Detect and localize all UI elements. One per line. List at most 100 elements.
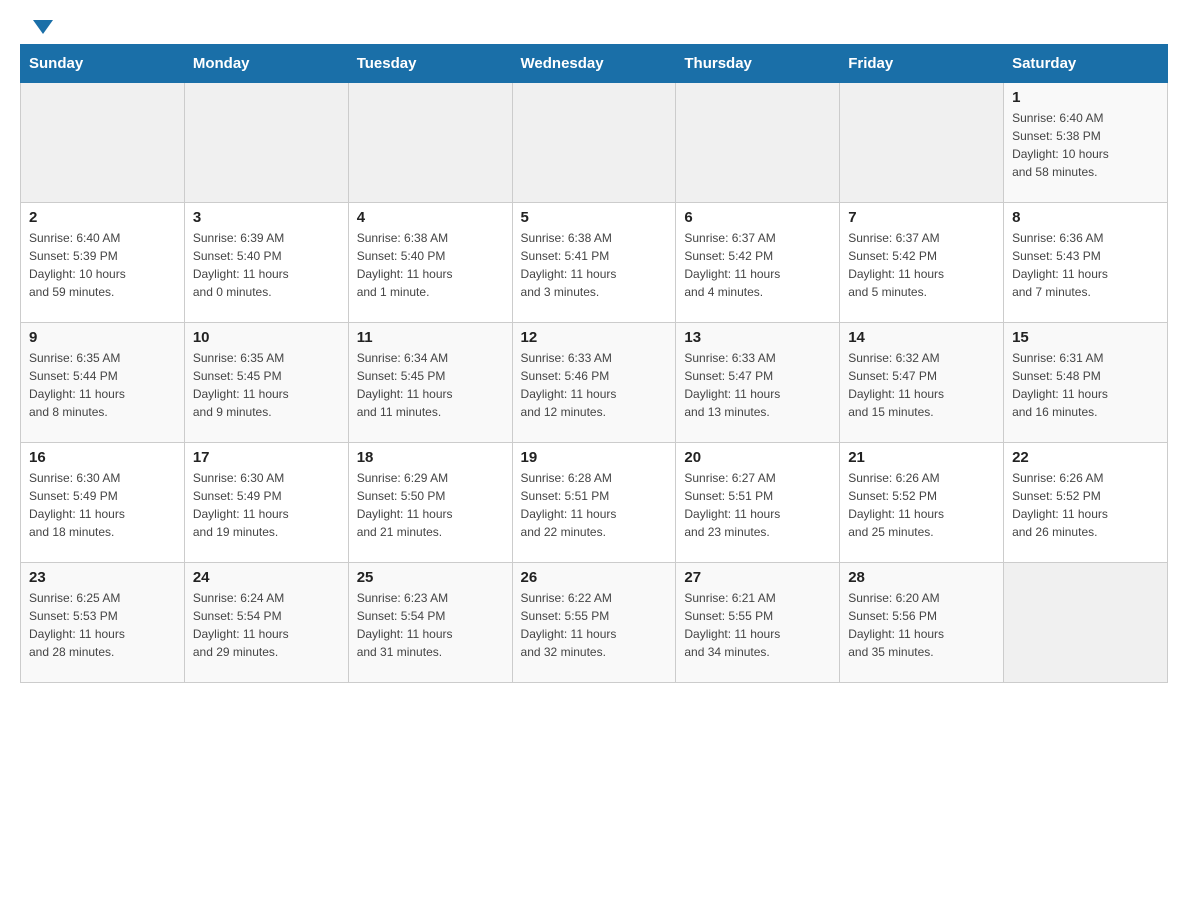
col-thursday: Thursday [676,45,840,83]
calendar-cell: 20 Sunrise: 6:27 AM Sunset: 5:51 PM Dayli… [676,443,840,563]
calendar-cell: 17 Sunrise: 6:30 AM Sunset: 5:49 PM Dayli… [184,443,348,563]
day-number: 27 [684,569,831,586]
day-number: 18 [357,449,504,466]
day-number: 16 [29,449,176,466]
day-info: Sunrise: 6:23 AM Sunset: 5:54 PM Dayligh… [357,589,504,661]
day-number: 13 [684,329,831,346]
calendar-cell: 22 Sunrise: 6:26 AM Sunset: 5:52 PM Dayli… [1004,443,1168,563]
day-number: 26 [521,569,668,586]
day-info: Sunrise: 6:32 AM Sunset: 5:47 PM Dayligh… [848,349,995,421]
day-number: 28 [848,569,995,586]
day-info: Sunrise: 6:30 AM Sunset: 5:49 PM Dayligh… [193,469,340,541]
calendar-week-row: 9 Sunrise: 6:35 AM Sunset: 5:44 PM Daylig… [21,323,1168,443]
day-info: Sunrise: 6:33 AM Sunset: 5:46 PM Dayligh… [521,349,668,421]
day-number: 19 [521,449,668,466]
col-monday: Monday [184,45,348,83]
day-info: Sunrise: 6:38 AM Sunset: 5:41 PM Dayligh… [521,229,668,301]
day-number: 24 [193,569,340,586]
calendar-week-row: 1 Sunrise: 6:40 AM Sunset: 5:38 PM Daylig… [21,83,1168,203]
calendar-cell: 6 Sunrise: 6:37 AM Sunset: 5:42 PM Daylig… [676,203,840,323]
day-number: 5 [521,209,668,226]
day-number: 9 [29,329,176,346]
calendar-cell [184,83,348,203]
day-info: Sunrise: 6:26 AM Sunset: 5:52 PM Dayligh… [1012,469,1159,541]
col-saturday: Saturday [1004,45,1168,83]
calendar-cell: 13 Sunrise: 6:33 AM Sunset: 5:47 PM Dayli… [676,323,840,443]
day-number: 15 [1012,329,1159,346]
calendar-week-row: 23 Sunrise: 6:25 AM Sunset: 5:53 PM Dayli… [21,563,1168,683]
calendar-table: Sunday Monday Tuesday Wednesday Thursday… [20,44,1168,683]
calendar-cell: 1 Sunrise: 6:40 AM Sunset: 5:38 PM Daylig… [1004,83,1168,203]
calendar-cell: 23 Sunrise: 6:25 AM Sunset: 5:53 PM Dayli… [21,563,185,683]
col-tuesday: Tuesday [348,45,512,83]
day-info: Sunrise: 6:22 AM Sunset: 5:55 PM Dayligh… [521,589,668,661]
day-number: 20 [684,449,831,466]
calendar-cell: 14 Sunrise: 6:32 AM Sunset: 5:47 PM Dayli… [840,323,1004,443]
calendar-cell [840,83,1004,203]
calendar-cell: 15 Sunrise: 6:31 AM Sunset: 5:48 PM Dayli… [1004,323,1168,443]
day-info: Sunrise: 6:29 AM Sunset: 5:50 PM Dayligh… [357,469,504,541]
calendar-header: Sunday Monday Tuesday Wednesday Thursday… [21,45,1168,83]
day-number: 12 [521,329,668,346]
calendar-cell: 25Sunrise: 6:23 AM Sunset: 5:54 PM Dayli… [348,563,512,683]
day-number: 7 [848,209,995,226]
day-number: 1 [1012,89,1159,106]
col-wednesday: Wednesday [512,45,676,83]
calendar-cell: 12 Sunrise: 6:33 AM Sunset: 5:46 PM Dayli… [512,323,676,443]
calendar-body: 1 Sunrise: 6:40 AM Sunset: 5:38 PM Daylig… [21,83,1168,683]
calendar-cell: 7Sunrise: 6:37 AM Sunset: 5:42 PM Daylig… [840,203,1004,323]
calendar-cell: 21Sunrise: 6:26 AM Sunset: 5:52 PM Dayli… [840,443,1004,563]
day-number: 2 [29,209,176,226]
logo-general-text [30,20,53,34]
calendar-cell: 16 Sunrise: 6:30 AM Sunset: 5:49 PM Dayli… [21,443,185,563]
calendar-cell: 11 Sunrise: 6:34 AM Sunset: 5:45 PM Dayli… [348,323,512,443]
calendar-wrapper: Sunday Monday Tuesday Wednesday Thursday… [0,44,1188,703]
calendar-cell: 10 Sunrise: 6:35 AM Sunset: 5:45 PM Dayli… [184,323,348,443]
day-info: Sunrise: 6:40 AM Sunset: 5:38 PM Dayligh… [1012,109,1159,181]
weekday-header-row: Sunday Monday Tuesday Wednesday Thursday… [21,45,1168,83]
day-number: 14 [848,329,995,346]
day-info: Sunrise: 6:37 AM Sunset: 5:42 PM Dayligh… [684,229,831,301]
day-number: 21 [848,449,995,466]
logo [30,20,53,34]
day-number: 17 [193,449,340,466]
day-number: 6 [684,209,831,226]
day-number: 22 [1012,449,1159,466]
calendar-cell: 27 Sunrise: 6:21 AM Sunset: 5:55 PM Dayli… [676,563,840,683]
day-info: Sunrise: 6:35 AM Sunset: 5:45 PM Dayligh… [193,349,340,421]
calendar-cell: 28 Sunrise: 6:20 AM Sunset: 5:56 PM Dayli… [840,563,1004,683]
calendar-week-row: 16 Sunrise: 6:30 AM Sunset: 5:49 PM Dayli… [21,443,1168,563]
day-info: Sunrise: 6:33 AM Sunset: 5:47 PM Dayligh… [684,349,831,421]
day-info: Sunrise: 6:21 AM Sunset: 5:55 PM Dayligh… [684,589,831,661]
day-info: Sunrise: 6:40 AM Sunset: 5:39 PM Dayligh… [29,229,176,301]
day-number: 11 [357,329,504,346]
col-sunday: Sunday [21,45,185,83]
day-info: Sunrise: 6:27 AM Sunset: 5:51 PM Dayligh… [684,469,831,541]
calendar-cell [676,83,840,203]
day-info: Sunrise: 6:30 AM Sunset: 5:49 PM Dayligh… [29,469,176,541]
calendar-cell: 9 Sunrise: 6:35 AM Sunset: 5:44 PM Daylig… [21,323,185,443]
day-info: Sunrise: 6:34 AM Sunset: 5:45 PM Dayligh… [357,349,504,421]
day-info: Sunrise: 6:38 AM Sunset: 5:40 PM Dayligh… [357,229,504,301]
day-number: 23 [29,569,176,586]
col-friday: Friday [840,45,1004,83]
day-info: Sunrise: 6:35 AM Sunset: 5:44 PM Dayligh… [29,349,176,421]
calendar-cell: 19Sunrise: 6:28 AM Sunset: 5:51 PM Dayli… [512,443,676,563]
day-info: Sunrise: 6:39 AM Sunset: 5:40 PM Dayligh… [193,229,340,301]
day-info: Sunrise: 6:24 AM Sunset: 5:54 PM Dayligh… [193,589,340,661]
calendar-cell: 26 Sunrise: 6:22 AM Sunset: 5:55 PM Dayli… [512,563,676,683]
day-info: Sunrise: 6:36 AM Sunset: 5:43 PM Dayligh… [1012,229,1159,301]
day-number: 10 [193,329,340,346]
day-info: Sunrise: 6:25 AM Sunset: 5:53 PM Dayligh… [29,589,176,661]
calendar-cell [512,83,676,203]
calendar-cell: 2 Sunrise: 6:40 AM Sunset: 5:39 PM Daylig… [21,203,185,323]
day-number: 3 [193,209,340,226]
calendar-cell: 24 Sunrise: 6:24 AM Sunset: 5:54 PM Dayli… [184,563,348,683]
day-info: Sunrise: 6:31 AM Sunset: 5:48 PM Dayligh… [1012,349,1159,421]
day-info: Sunrise: 6:20 AM Sunset: 5:56 PM Dayligh… [848,589,995,661]
calendar-cell [348,83,512,203]
logo-arrow-icon [33,20,53,34]
calendar-cell: 8Sunrise: 6:36 AM Sunset: 5:43 PM Daylig… [1004,203,1168,323]
calendar-cell [21,83,185,203]
calendar-cell: 4Sunrise: 6:38 AM Sunset: 5:40 PM Daylig… [348,203,512,323]
